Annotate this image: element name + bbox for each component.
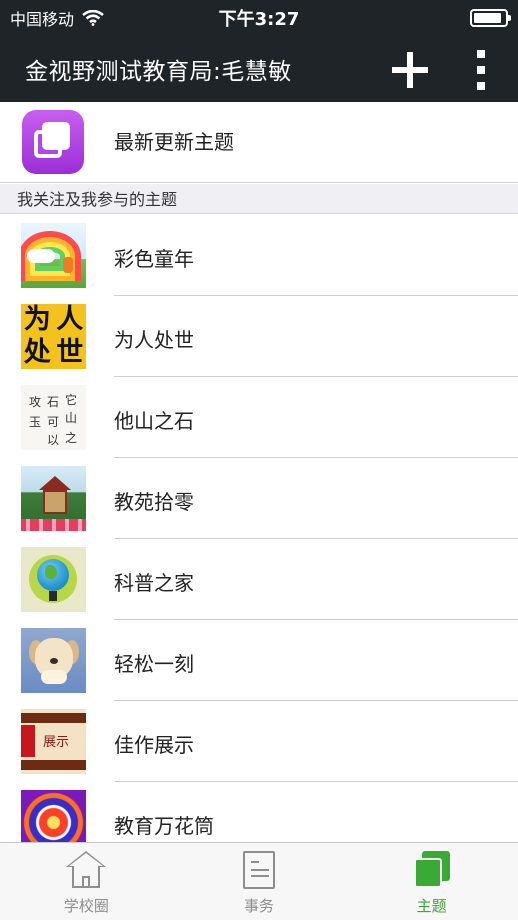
- thumb-char: 人: [56, 304, 84, 335]
- list-item[interactable]: 科普之家: [0, 539, 518, 620]
- carrier-label: 中国移动: [10, 10, 75, 29]
- tab-label: 主题: [416, 897, 447, 915]
- thumb-char: 攻: [29, 395, 42, 409]
- puppy-paws: [41, 670, 67, 684]
- scroll-text: 展示: [43, 735, 70, 750]
- document-icon: [239, 851, 279, 889]
- puppy-nose: [50, 658, 58, 664]
- topic-list: 彩色童年 为 人 处 世 为人处世 攻 石 它 玉 可 山 以 之 他山之石 教…: [0, 215, 518, 863]
- stacked-squares-icon: [22, 110, 84, 174]
- wifi-icon: [82, 10, 104, 26]
- globe-land: [45, 565, 57, 579]
- house-roof-inner: [69, 853, 104, 866]
- thumb-char: 石: [47, 395, 60, 409]
- thumb-char: 可: [47, 415, 60, 429]
- page-title: 金视野测试教育局:毛慧敏: [25, 59, 292, 85]
- scroll-bar-bottom: [21, 760, 86, 770]
- more-menu-button[interactable]: [466, 48, 496, 92]
- list-item[interactable]: 轻松一刻: [0, 620, 518, 701]
- add-button[interactable]: [388, 48, 432, 92]
- more-vertical-icon: [477, 50, 485, 58]
- pavilion-roof: [39, 476, 71, 490]
- topic-label: 彩色童年: [114, 247, 194, 271]
- list-item[interactable]: 展示 佳作展示: [0, 701, 518, 782]
- thumb-char: 处: [23, 336, 51, 368]
- tab-affairs[interactable]: 事务: [173, 843, 346, 920]
- cloud-shape: [27, 249, 55, 263]
- thumb-char: 之: [65, 431, 78, 445]
- scroll-thumbnail: 展示: [21, 709, 86, 774]
- thumb-char: 世: [56, 336, 84, 368]
- document-shape: [243, 851, 275, 889]
- puppy-thumbnail: [21, 628, 86, 693]
- rainbow-thumbnail: [21, 223, 86, 288]
- house-icon: [66, 851, 107, 889]
- calligraphy-thumbnail: 攻 石 它 玉 可 山 以 之: [21, 385, 86, 450]
- latest-topics-row[interactable]: 最新更新主题: [0, 102, 518, 183]
- topic-label: 教育万花筒: [114, 814, 214, 838]
- thumb-char: 以: [47, 433, 60, 447]
- globe-stand: [49, 591, 57, 601]
- more-dot: [477, 66, 485, 74]
- thumb-char: 为: [23, 304, 51, 335]
- doc-line: [251, 869, 269, 871]
- tab-bar: 学校圈 事务 主题: [0, 842, 518, 920]
- battery-fill: [474, 13, 501, 23]
- topic-label: 教苑拾零: [114, 490, 194, 514]
- stacked-squares-icon: [412, 851, 452, 889]
- stack-front: [413, 858, 442, 888]
- battery-icon: [470, 9, 511, 27]
- section-header: 我关注及我参与的主题: [0, 184, 518, 214]
- text-thumbnail: 为 人 处 世: [21, 304, 86, 369]
- tab-label: 事务: [244, 897, 275, 915]
- status-bar: 中国移动 下午3:27: [0, 0, 518, 36]
- tab-school-circle[interactable]: 学校圈: [0, 843, 173, 920]
- list-item[interactable]: 彩色童年: [0, 215, 518, 296]
- red-seal: [21, 725, 35, 757]
- thumb-char: 它: [65, 393, 78, 407]
- globe-thumbnail: [21, 547, 86, 612]
- nav-bar: 金视野测试教育局:毛慧敏: [0, 36, 518, 102]
- thumb-char: 玉: [29, 415, 42, 429]
- pavilion-body: [43, 490, 67, 514]
- topic-label: 轻松一刻: [114, 652, 194, 676]
- pavilion-thumbnail: [21, 466, 86, 531]
- flower-bed: [21, 519, 86, 531]
- list-item[interactable]: 攻 石 它 玉 可 山 以 之 他山之石: [0, 377, 518, 458]
- house-door: [82, 876, 91, 888]
- tab-label: 学校圈: [63, 897, 109, 915]
- square-front: [42, 122, 70, 150]
- scroll-bar-top: [21, 713, 86, 723]
- topic-label: 科普之家: [114, 571, 194, 595]
- doc-line: [251, 875, 269, 877]
- status-left: 中国移动: [10, 6, 104, 30]
- tab-topics[interactable]: 主题: [345, 843, 518, 920]
- list-item[interactable]: 教苑拾零: [0, 458, 518, 539]
- doc-line: [251, 861, 259, 863]
- list-item[interactable]: 为 人 处 世 为人处世: [0, 296, 518, 377]
- topic-label: 为人处世: [114, 328, 194, 352]
- child-figure: [63, 257, 73, 273]
- latest-topics-label: 最新更新主题: [114, 130, 234, 154]
- thumb-char: 山: [65, 411, 78, 425]
- topic-label: 他山之石: [114, 409, 194, 433]
- more-dot: [477, 82, 485, 90]
- topic-label: 佳作展示: [114, 733, 194, 757]
